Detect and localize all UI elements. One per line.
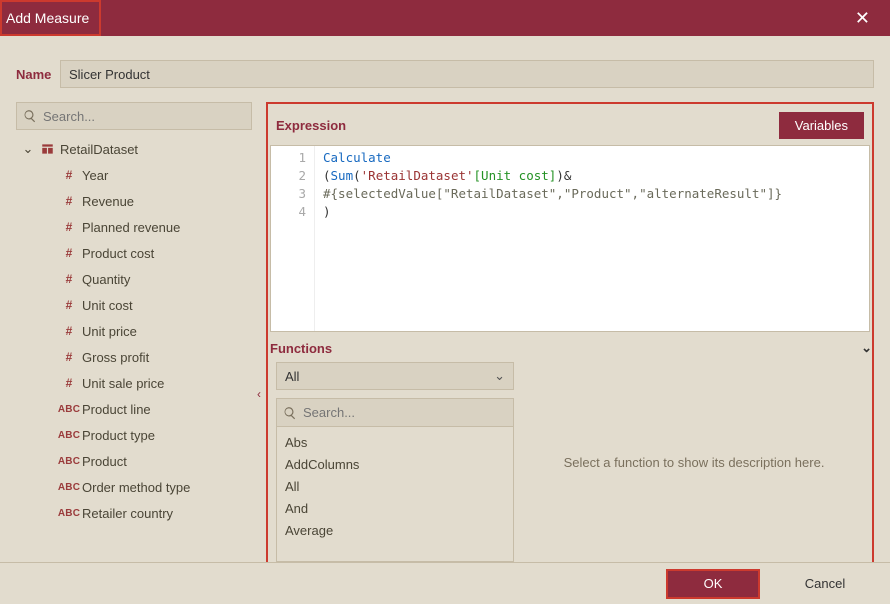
function-item[interactable]: Average [285,519,513,541]
field-label: Product type [82,428,155,443]
field-item[interactable]: ABC Product [16,448,252,474]
field-label: Year [82,168,108,183]
function-item[interactable]: All [285,475,513,497]
field-label: Revenue [82,194,134,209]
dialog-title: Add Measure [0,0,101,36]
close-icon[interactable]: ✕ [849,4,876,33]
field-item[interactable]: ABC Product line [16,396,252,422]
expression-label: Expression [276,118,346,133]
number-icon: # [60,168,78,182]
number-icon: # [60,220,78,234]
name-label: Name [16,67,60,82]
function-description-hint: Select a function to show its descriptio… [524,362,864,562]
dataset-label: RetailDataset [60,142,138,157]
field-item[interactable]: # Planned revenue [16,214,252,240]
text-icon: ABC [60,404,78,415]
field-item[interactable]: # Unit price [16,318,252,344]
text-icon: ABC [60,508,78,519]
field-label: Quantity [82,272,130,287]
fields-search[interactable] [16,102,252,130]
line-gutter: 1234 [271,146,315,331]
field-item[interactable]: ABC Retailer country [16,500,252,526]
number-icon: # [60,194,78,208]
field-label: Order method type [82,480,190,495]
function-item[interactable]: AddColumns [285,453,513,475]
code-lines[interactable]: Calculate (Sum('RetailDataset'[Unit cost… [315,146,790,331]
functions-label: Functions [270,341,332,356]
table-icon [38,142,56,156]
field-label: Unit sale price [82,376,164,391]
search-icon [23,109,37,123]
chevron-down-icon: ⌄ [494,368,505,384]
functions-search[interactable] [277,399,513,427]
panel-collapse-handle[interactable]: ‹ [252,102,266,562]
field-label: Product [82,454,127,469]
dialog-titlebar: Add Measure ✕ [0,0,890,36]
field-item[interactable]: ABC Order method type [16,474,252,500]
field-item[interactable]: # Unit sale price [16,370,252,396]
field-item[interactable]: # Gross profit [16,344,252,370]
number-icon: # [60,350,78,364]
functions-search-input[interactable] [297,405,507,420]
chevron-down-icon[interactable]: ⌄ [22,141,34,157]
chevron-down-icon[interactable]: ⌄ [861,340,872,356]
functions-category-select[interactable]: All ⌄ [276,362,514,390]
measure-name-input[interactable] [60,60,874,88]
number-icon: # [60,246,78,260]
function-item[interactable]: And [285,497,513,519]
field-label: Unit price [82,324,137,339]
field-label: Product cost [82,246,154,261]
variables-button[interactable]: Variables [779,112,864,139]
fields-search-input[interactable] [37,109,245,124]
field-item[interactable]: ABC Product type [16,422,252,448]
field-label: Retailer country [82,506,173,521]
search-icon [283,406,297,420]
number-icon: # [60,324,78,338]
number-icon: # [60,376,78,390]
expression-editor[interactable]: 1234 Calculate (Sum('RetailDataset'[Unit… [270,145,870,332]
function-item[interactable]: Abs [285,431,513,453]
functions-category-value: All [285,369,299,384]
field-item[interactable]: # Revenue [16,188,252,214]
field-label: Product line [82,402,151,417]
text-icon: ABC [60,482,78,493]
number-icon: # [60,298,78,312]
dialog-footer: OK Cancel [0,562,890,604]
ok-button[interactable]: OK [666,569,760,599]
field-item[interactable]: # Product cost [16,240,252,266]
field-label: Planned revenue [82,220,180,235]
dataset-node[interactable]: ⌄ RetailDataset [16,136,252,162]
cancel-button[interactable]: Cancel [778,570,872,598]
field-item[interactable]: # Unit cost [16,292,252,318]
field-label: Gross profit [82,350,149,365]
fields-tree: ⌄ RetailDataset # Year # Revenue # Planned re… [16,136,252,526]
text-icon: ABC [60,430,78,441]
field-label: Unit cost [82,298,133,313]
number-icon: # [60,272,78,286]
text-icon: ABC [60,456,78,467]
field-item[interactable]: # Quantity [16,266,252,292]
field-item[interactable]: # Year [16,162,252,188]
